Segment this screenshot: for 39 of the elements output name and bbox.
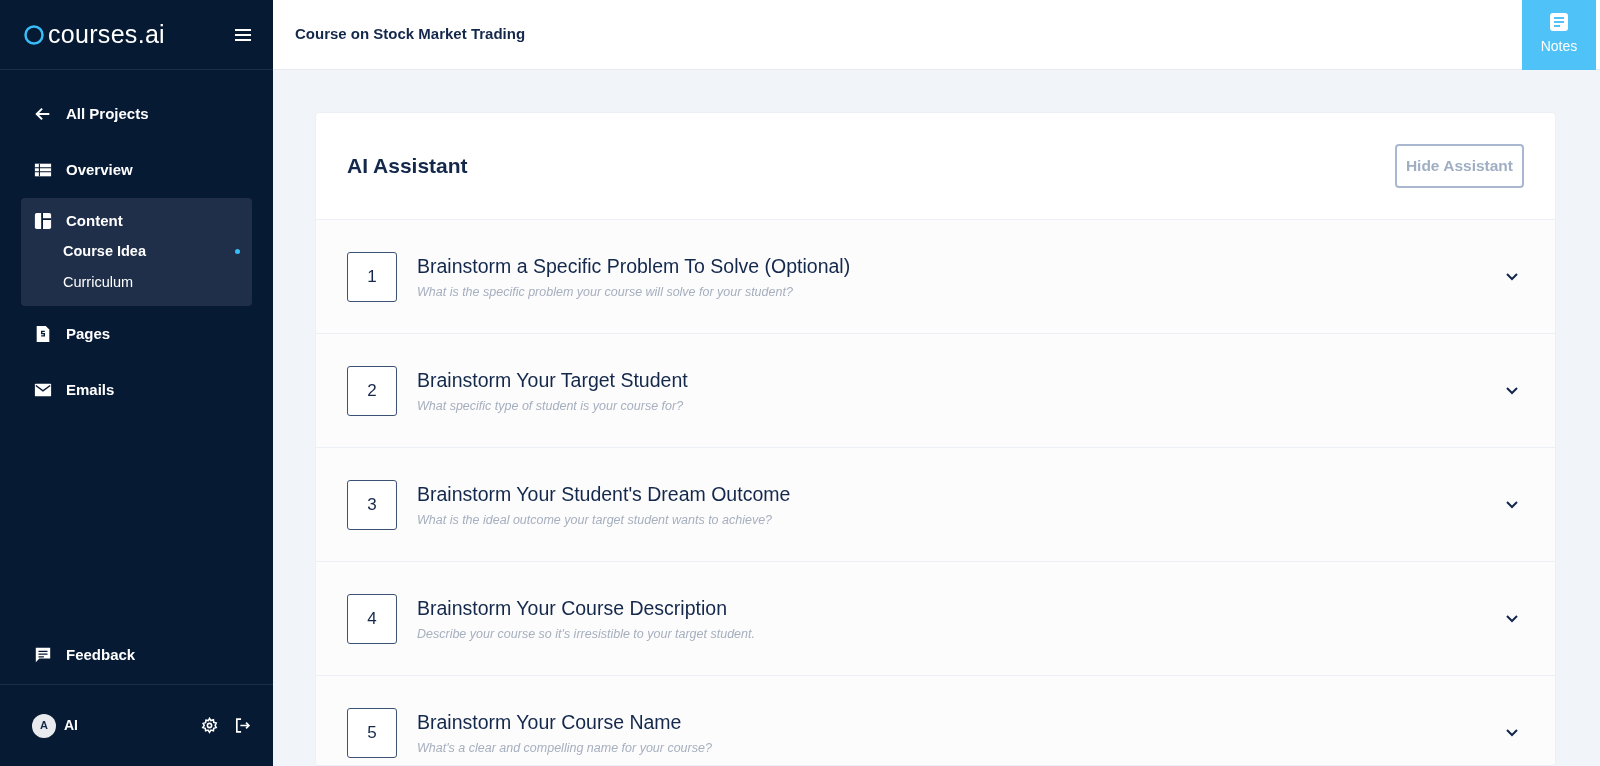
- step-number: 3: [347, 479, 397, 530]
- logo-ring-icon: [24, 24, 44, 45]
- step-number: 5: [347, 707, 397, 758]
- step-hint: What is the specific problem your course will solve for your student?: [417, 283, 794, 301]
- mail-icon: [34, 381, 52, 399]
- nav-item[interactable]: All Projects: [0, 86, 273, 142]
- step-number: 4: [347, 593, 397, 644]
- nav-item[interactable]: Content: [21, 206, 252, 236]
- step-title: Brainstorm Your Target Student: [417, 367, 688, 393]
- user-avatar: A: [32, 713, 56, 738]
- step-number: 2: [347, 365, 397, 416]
- step-hint: Describe your course so it's irresistible to your target student.: [417, 625, 755, 643]
- step-hint: What's a clear and compelling name for your course?: [417, 739, 712, 757]
- settings-icon[interactable]: [201, 717, 218, 734]
- step-title: Brainstorm Your Course Name: [417, 709, 683, 735]
- step-title: Brainstorm Your Course Description: [417, 595, 728, 621]
- nav-subitem[interactable]: Curriculum: [21, 267, 252, 298]
- nav-item[interactable]: Pages: [0, 306, 273, 362]
- user-name: AI: [64, 716, 78, 735]
- assistant-title: AI Assistant: [347, 153, 468, 179]
- arrow-left-icon: [34, 105, 52, 123]
- step-title: Brainstorm Your Student's Dream Outcome: [417, 481, 791, 507]
- nav-item[interactable]: Overview: [0, 142, 273, 198]
- note-icon: [1549, 12, 1569, 32]
- nav-subitem[interactable]: Course Idea: [21, 236, 252, 267]
- layout-icon: [34, 212, 52, 230]
- logo[interactable]: courses.ai: [48, 15, 165, 54]
- nav-item[interactable]: Emails: [0, 362, 273, 418]
- document-icon: [34, 325, 52, 343]
- menu-icon[interactable]: [235, 28, 251, 41]
- feedback-link[interactable]: Feedback: [0, 626, 273, 684]
- logout-icon[interactable]: [234, 717, 251, 734]
- step-title: Brainstorm a Specific Problem To Solve (Optional): [417, 253, 851, 279]
- chat-icon: [34, 646, 52, 664]
- table-icon: [34, 161, 52, 179]
- step-hint: What specific type of student is your course for?: [417, 397, 685, 415]
- step-number: 1: [347, 251, 397, 302]
- course-title: Course on Stock Market Trading: [294, 24, 526, 45]
- step-hint: What is the ideal outcome your target student wants to achieve?: [417, 511, 774, 529]
